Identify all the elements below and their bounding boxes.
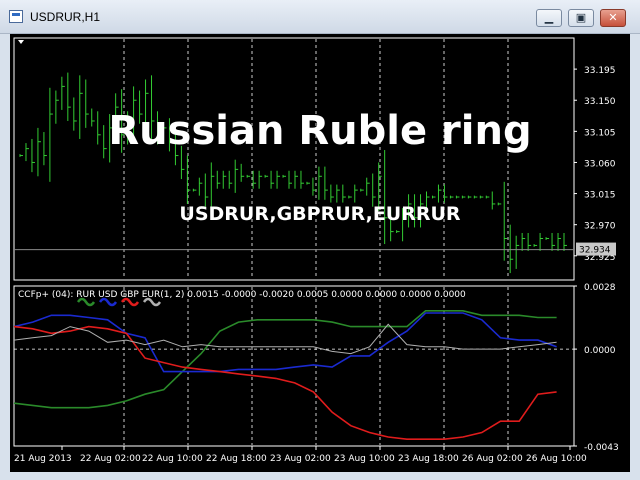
- series-usd-line: [13, 312, 557, 373]
- minimize-button[interactable]: ▁: [536, 9, 562, 27]
- price-tick-label: 33.060: [584, 159, 616, 169]
- time-tick-label: 26 Aug 02:00: [462, 454, 523, 464]
- main-plot-frame: [13, 37, 575, 281]
- series-gbp-line: [13, 325, 557, 441]
- time-tick-label: 22 Aug 18:00: [206, 454, 267, 464]
- chart-menu-arrow-icon: [18, 40, 24, 44]
- time-tick-label: 22 Aug 02:00: [80, 454, 141, 464]
- restore-button[interactable]: ▣: [568, 9, 594, 27]
- time-tick-label: 21 Aug 2013: [14, 454, 72, 464]
- indicator-tick-label: 0.0000: [584, 346, 616, 356]
- indicator-plot-frame: [13, 285, 575, 447]
- indicator-tick-label: -0.0043: [584, 443, 619, 453]
- time-tick-label: 23 Aug 02:00: [270, 454, 331, 464]
- price-tick-label: 33.015: [584, 191, 616, 201]
- overlay-headline: Russian Ruble ring: [108, 108, 532, 154]
- price-chart[interactable]: 33.19533.15033.10533.06033.01532.97032.9…: [10, 34, 630, 472]
- chart-window-icon: [9, 10, 23, 23]
- window-title: USDRUR,H1: [30, 10, 101, 24]
- price-tick-label: 33.150: [584, 97, 616, 107]
- window-titlebar[interactable]: USDRUR,H1 ▁ ▣ ✕: [0, 0, 640, 34]
- time-tick-label: 23 Aug 10:00: [334, 454, 395, 464]
- indicator-label: CCFp+ (04): RUR USD GBP EUR(1, 2) 0.0015…: [18, 290, 466, 300]
- overlay-pairs: USDRUR,GBPRUR,EURRUR: [179, 203, 461, 225]
- price-tick-label: 33.195: [584, 66, 616, 76]
- time-tick-label: 23 Aug 18:00: [398, 454, 459, 464]
- close-button[interactable]: ✕: [600, 9, 626, 27]
- time-tick-label: 26 Aug 10:00: [526, 454, 587, 464]
- time-tick-label: 22 Aug 10:00: [142, 454, 203, 464]
- series-rur-line: [13, 309, 557, 409]
- indicator-tick-label: 0.0028: [584, 283, 616, 293]
- current-price-label: 32.934: [579, 246, 611, 256]
